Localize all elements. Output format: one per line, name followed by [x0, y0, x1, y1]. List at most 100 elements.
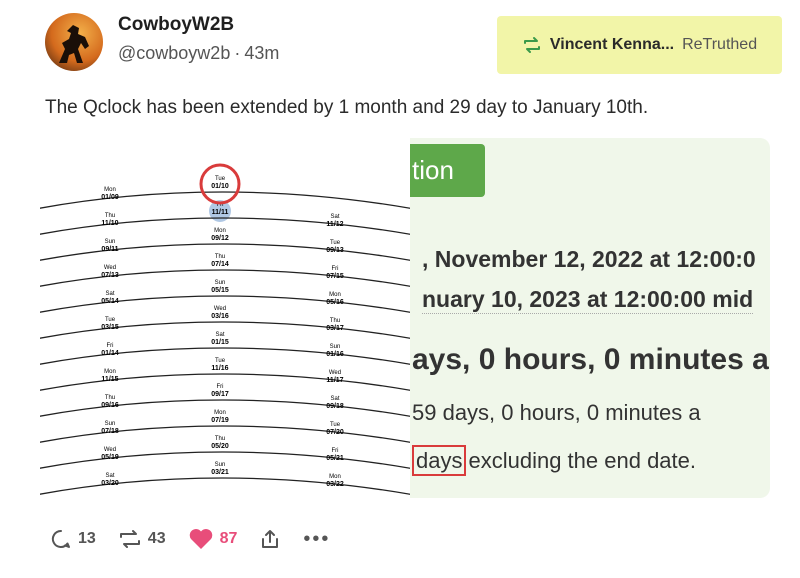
svg-text:Mon: Mon [329, 292, 341, 298]
svg-text:Thu: Thu [215, 436, 225, 442]
svg-text:Mon: Mon [104, 369, 116, 375]
svg-text:Thu: Thu [105, 213, 115, 219]
clock-date-label: Sun01/16 [326, 344, 344, 358]
svg-text:Sat: Sat [215, 332, 224, 338]
post-media[interactable]: Mon 01/09 Tue 01/10 Thu 11/10 Fri 11/11 Sat 11/12… [40, 138, 770, 503]
cowboy-silhouette-icon [59, 25, 89, 63]
svg-text:03/15: 03/15 [101, 324, 119, 331]
clock-date-label: Fri09/17 [211, 384, 229, 398]
like-button[interactable]: 87 [188, 527, 238, 551]
result-line: ays, 0 hours, 0 minutes a [412, 343, 769, 376]
clock-date-label: Mon07/19 [211, 410, 229, 424]
svg-text:01/09: 01/09 [101, 194, 119, 201]
clock-date-label: Sun07/18 [101, 421, 119, 435]
clock-date-label: Wed11/17 [326, 370, 343, 384]
svg-text:03/16: 03/16 [211, 313, 229, 320]
svg-text:11/17: 11/17 [326, 377, 343, 384]
svg-text:11/11: 11/11 [212, 209, 229, 216]
clock-date-label: Wed03/16 [211, 306, 229, 320]
svg-text:Fri: Fri [217, 384, 224, 390]
clock-date-label: Fri05/21 [326, 448, 344, 462]
retruth-label: ReTruthed [682, 36, 758, 53]
svg-text:Tue: Tue [330, 240, 341, 246]
exclusion-note-text: excluding the end date. [468, 448, 696, 473]
calculate-button-partial: tion [410, 144, 485, 197]
clock-date-label: Tue09/13 [326, 240, 344, 254]
clock-arc [40, 321, 410, 339]
retruth-user[interactable]: Vincent Kenna... [550, 36, 674, 54]
clock-date-label: Wed07/13 [101, 265, 119, 279]
like-count: 87 [219, 530, 238, 547]
svg-text:09/17: 09/17 [211, 391, 229, 398]
svg-text:03/17: 03/17 [326, 325, 344, 332]
svg-text:Wed: Wed [329, 370, 341, 376]
svg-text:Tue: Tue [215, 358, 226, 364]
svg-text:Tue: Tue [105, 317, 116, 323]
svg-text:Sat: Sat [105, 291, 114, 297]
svg-text:Mon: Mon [104, 187, 116, 193]
svg-text:Tue: Tue [215, 176, 226, 182]
svg-text:09/16: 09/16 [101, 402, 119, 409]
qclock-image: Mon 01/09 Tue 01/10 Thu 11/10 Fri 11/11 Sat 11/12… [40, 138, 410, 503]
retruth-action-icon [119, 530, 140, 548]
svg-text:Sun: Sun [215, 462, 226, 468]
svg-text:07/20: 07/20 [326, 429, 344, 436]
svg-text:03/20: 03/20 [101, 480, 119, 487]
retruth-button[interactable]: 43 [118, 528, 166, 550]
clock-date-label: Sat11/12 [326, 214, 343, 228]
reply-count: 13 [78, 530, 96, 547]
author-handle[interactable]: @cowboyw2b [118, 43, 230, 63]
clock-date-label: Tue11/16 [211, 358, 228, 372]
svg-text:Mon: Mon [214, 228, 226, 234]
author-avatar[interactable] [45, 13, 103, 71]
svg-text:09/18: 09/18 [326, 403, 344, 410]
clock-date-label: Sat09/18 [326, 396, 344, 410]
svg-text:05/19: 05/19 [101, 454, 119, 461]
clock-date-label: Tue01/10 [211, 176, 229, 190]
author-name[interactable]: CowboyW2B [118, 14, 234, 36]
svg-text:07/14: 07/14 [211, 261, 229, 268]
svg-text:Thu: Thu [105, 395, 115, 401]
svg-text:09/12: 09/12 [211, 235, 229, 242]
clock-date-label: Mon01/09 [101, 187, 119, 201]
share-icon [262, 530, 279, 548]
more-icon: ••• [303, 527, 331, 550]
svg-text:05/14: 05/14 [101, 298, 119, 305]
heart-icon [189, 529, 212, 549]
start-date-line: , November 12, 2022 at 12:00:0 [422, 246, 756, 272]
post-time[interactable]: 43m [244, 43, 279, 63]
clock-date-label: Thu07/14 [211, 254, 229, 268]
post-text: The Qclock has been extended by 1 month … [45, 97, 649, 118]
svg-text:01/14: 01/14 [101, 350, 119, 357]
clock-date-label: Tue07/20 [326, 422, 344, 436]
svg-text:Mon: Mon [329, 474, 341, 480]
share-button[interactable] [259, 528, 281, 550]
separator-dot: · [234, 43, 241, 63]
post-actions-bar: 13 43 87 ••• [50, 527, 330, 551]
svg-text:Mon: Mon [214, 410, 226, 416]
clock-date-label: Mon09/12 [211, 228, 229, 242]
svg-text:11/16: 11/16 [211, 365, 228, 372]
svg-text:07/18: 07/18 [101, 428, 119, 435]
clock-date-label: Thu09/16 [101, 395, 119, 409]
svg-text:Wed: Wed [104, 265, 116, 271]
more-options-button[interactable]: ••• [303, 528, 330, 551]
clock-date-label: Sun03/21 [211, 462, 229, 476]
svg-text:Fri: Fri [332, 448, 339, 454]
retruth-banner[interactable]: Vincent Kenna... ReTruthed [497, 16, 782, 74]
svg-text:05/15: 05/15 [211, 287, 229, 294]
clock-date-label: Sat01/15 [211, 332, 229, 346]
days-highlight-box: days [412, 445, 467, 476]
clock-date-label: Wed05/19 [101, 447, 119, 461]
clock-date-label: Thu05/20 [211, 436, 229, 450]
svg-text:09/13: 09/13 [326, 247, 344, 254]
svg-text:01/16: 01/16 [326, 351, 344, 358]
svg-text:Sun: Sun [215, 280, 226, 286]
svg-text:07/13: 07/13 [101, 272, 119, 279]
qclock-graphic: Mon01/09Tue01/10Thu11/10Fri11/11Sat11/12… [40, 163, 410, 495]
date-calculator-screenshot: tion , November 12, 2022 at 12:00:0 nuar… [410, 138, 770, 498]
exclusion-note-line: days excluding the end date. [412, 445, 696, 476]
retruth-icon [523, 37, 540, 53]
clock-date-label: Fri01/14 [101, 343, 119, 357]
reply-button[interactable]: 13 [50, 528, 96, 550]
